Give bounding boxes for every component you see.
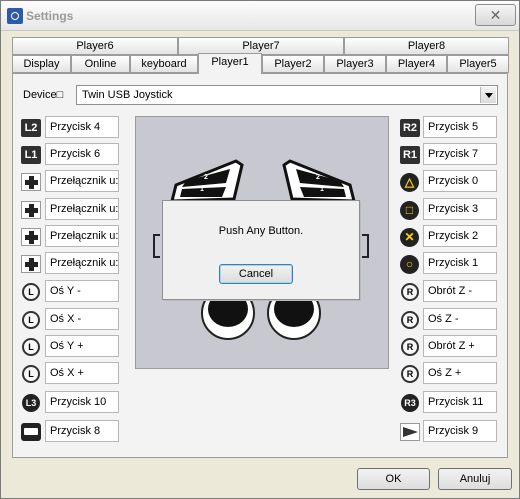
tab-player4[interactable]: Player4 — [386, 55, 447, 73]
cross-button-icon: ✕ — [400, 228, 419, 247]
tab-player1[interactable]: Player1 — [198, 53, 262, 74]
binding-field-lstick-down[interactable]: Oś Y + — [45, 335, 119, 357]
binding-field-lstick-left[interactable]: Oś X - — [45, 308, 119, 330]
binding-field-l3[interactable]: Przycisk 10 — [45, 391, 119, 413]
binding-field-start[interactable]: Przycisk 9 — [423, 420, 497, 442]
chevron-down-icon[interactable] — [480, 87, 496, 103]
square-glyph: □ — [405, 203, 414, 217]
tab-keyboard[interactable]: keyboard — [130, 55, 198, 73]
r2-button-icon: R2 — [400, 119, 420, 137]
cross-glyph: ✕ — [404, 230, 415, 244]
tab-player8[interactable]: Player8 — [344, 37, 509, 55]
device-label-text: Device — [23, 89, 57, 101]
device-label: Device□ — [23, 89, 63, 101]
r3-button-icon: R3 — [401, 394, 419, 412]
window-title: Settings — [26, 9, 74, 23]
binding-field-dpad-left[interactable]: Przełącznik u: — [45, 198, 119, 220]
circle-button-icon: ○ — [400, 255, 419, 274]
dialog-cancel-button[interactable]: Cancel — [219, 264, 293, 284]
binding-field-l2[interactable]: Przycisk 4 — [45, 116, 119, 138]
tab-player5[interactable]: Player5 — [447, 55, 509, 73]
binding-field-rstick-left[interactable]: Oś Z - — [423, 308, 497, 330]
l2-button-icon: L2 — [21, 119, 41, 137]
binding-field-r3[interactable]: Przycisk 11 — [423, 391, 497, 413]
binding-field-r1[interactable]: Przycisk 7 — [423, 143, 497, 165]
app-icon — [7, 8, 23, 24]
r1-button-icon: R1 — [400, 146, 420, 164]
binding-field-lstick-right[interactable]: Oś X + — [45, 362, 119, 384]
device-select[interactable]: Twin USB Joystick — [76, 85, 498, 105]
triangle-glyph: △ — [404, 175, 415, 189]
r1-mark: 1 — [320, 186, 324, 193]
binding-field-rstick-right[interactable]: Oś Z + — [423, 362, 497, 384]
binding-field-dpad-up[interactable]: Przełącznik u: — [45, 170, 119, 192]
left-stick-up-icon: L — [22, 283, 40, 301]
body-right-edge — [362, 234, 369, 258]
binding-field-cross[interactable]: Przycisk 2 — [423, 225, 497, 247]
binding-field-l1[interactable]: Przycisk 6 — [45, 143, 119, 165]
settings-window: Settings ✕ Player6 Player7 Player8 Displ… — [0, 0, 520, 499]
square-button-icon: □ — [400, 201, 419, 220]
binding-field-circle[interactable]: Przycisk 1 — [423, 252, 497, 274]
dpad-up-icon — [21, 173, 41, 191]
tab-player3[interactable]: Player3 — [324, 55, 386, 73]
body-left-edge — [153, 234, 160, 258]
tab-display[interactable]: Display — [12, 55, 71, 73]
dpad-right-icon — [21, 255, 41, 273]
device-select-value: Twin USB Joystick — [82, 89, 173, 101]
ok-button[interactable]: OK — [357, 468, 430, 490]
title-bar[interactable]: Settings ✕ — [1, 1, 519, 31]
left-stick-down-icon: L — [22, 338, 40, 356]
tab-player2[interactable]: Player2 — [262, 55, 324, 73]
right-stick-right-icon: R — [401, 365, 419, 383]
tab-player6[interactable]: Player6 — [12, 37, 178, 55]
l1-button-icon: L1 — [21, 146, 41, 164]
select-button-icon — [21, 423, 41, 441]
binding-field-square[interactable]: Przycisk 3 — [423, 198, 497, 220]
tab-online[interactable]: Online — [71, 55, 130, 73]
binding-field-rstick-up[interactable]: Obrót Z - — [423, 280, 497, 302]
binding-field-dpad-right[interactable]: Przełącznik u: — [45, 252, 119, 274]
binding-field-select[interactable]: Przycisk 8 — [45, 420, 119, 442]
triangle-button-icon: △ — [400, 173, 419, 192]
l2-mark: 2 — [204, 174, 208, 181]
right-stick-left-icon: R — [401, 311, 419, 329]
binding-field-rstick-down[interactable]: Obrót Z + — [423, 335, 497, 357]
r2-mark: 2 — [316, 174, 320, 181]
right-stick-down-icon: R — [401, 338, 419, 356]
binding-field-r2[interactable]: Przycisk 5 — [423, 116, 497, 138]
left-stick-right-icon: L — [22, 365, 40, 383]
push-any-button-dialog: Push Any Button. Cancel — [162, 200, 360, 300]
close-button[interactable]: ✕ — [475, 4, 516, 26]
l3-button-icon: L3 — [22, 394, 40, 412]
binding-field-lstick-up[interactable]: Oś Y - — [45, 280, 119, 302]
dialog-message: Push Any Button. — [218, 225, 304, 237]
start-button-icon — [400, 423, 420, 441]
binding-field-dpad-down[interactable]: Przełącznik u: — [45, 225, 119, 247]
circle-glyph: ○ — [405, 257, 414, 271]
device-label-box: □ — [56, 89, 64, 101]
binding-field-triangle[interactable]: Przycisk 0 — [423, 170, 497, 192]
dpad-down-icon — [21, 228, 41, 246]
cancel-button[interactable]: Anuluj — [438, 468, 512, 490]
l1-mark: 1 — [200, 186, 204, 193]
right-stick-up-icon: R — [401, 283, 419, 301]
left-stick-left-icon: L — [22, 311, 40, 329]
dpad-left-icon — [21, 201, 41, 219]
